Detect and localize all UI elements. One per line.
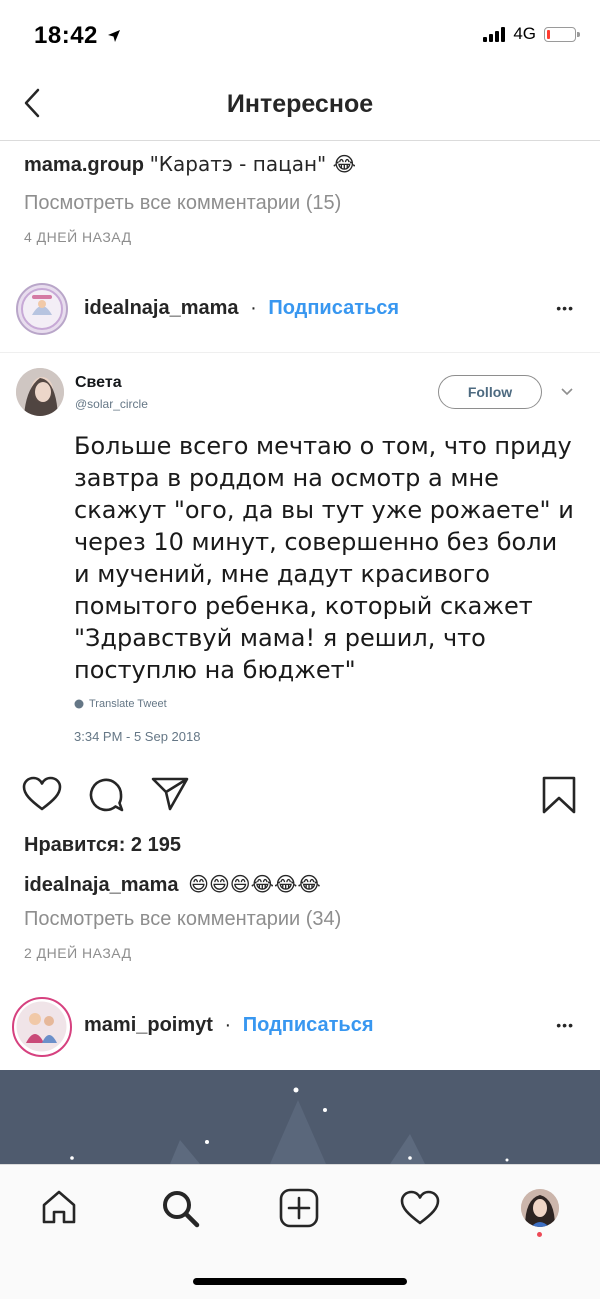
post-header: idealnaja_mama · Подписаться — [84, 297, 399, 320]
comment-icon[interactable] — [87, 776, 125, 814]
next-avatar-image-icon — [16, 1001, 67, 1052]
like-heart-icon[interactable] — [22, 776, 62, 812]
next-post-separator: · — [224, 1014, 232, 1036]
view-comments-link[interactable]: Посмотреть все комментарии (34) — [24, 908, 341, 931]
caption-text: 😄😄😄😂😂😂 — [188, 872, 321, 896]
prev-view-comments[interactable]: Посмотреть все комментарии (15) — [24, 192, 341, 215]
next-post-more-button[interactable]: ••• — [556, 1017, 574, 1033]
prev-caption: mama.group "Каратэ - пацан" 😂 — [24, 152, 356, 177]
globe-icon — [74, 699, 84, 709]
next-post-image[interactable] — [0, 1070, 600, 1164]
next-post-header: mami_poimyt · Подписаться — [84, 1014, 374, 1037]
post-image-top-border — [0, 352, 600, 353]
next-post-follow-button[interactable]: Подписаться — [243, 1014, 374, 1036]
battery-icon — [544, 26, 580, 42]
tweet-timestamp: 3:34 PM - 5 Sep 2018 — [74, 729, 201, 744]
post-time-ago: 2 ДНЕЙ НАЗАД — [24, 945, 132, 961]
status-time: 18:42 — [34, 22, 121, 50]
tweet-translate: Translate Tweet — [74, 698, 167, 710]
share-icon[interactable] — [150, 776, 190, 812]
bookmark-icon[interactable] — [541, 776, 577, 814]
signal-icon — [483, 26, 506, 42]
post-follow-button[interactable]: Подписаться — [268, 297, 399, 319]
home-icon[interactable] — [40, 1188, 78, 1226]
avatar-logo-icon — [21, 288, 63, 330]
post-separator: · — [250, 297, 257, 319]
tweet-name: Света — [75, 374, 122, 391]
post-avatar[interactable] — [16, 283, 68, 335]
add-icon[interactable] — [279, 1188, 319, 1228]
tweet-translate-label: Translate Tweet — [89, 698, 167, 710]
next-post-username[interactable]: mami_poimyt — [84, 1014, 213, 1036]
home-indicator — [193, 1278, 407, 1285]
post-username[interactable]: idealnaja_mama — [84, 297, 239, 319]
likes-count[interactable]: Нравится: 2 195 — [24, 834, 181, 857]
notification-dot — [537, 1232, 542, 1237]
next-post-avatar[interactable] — [12, 997, 72, 1057]
tweet-follow-button: Follow — [438, 375, 542, 409]
post-more-button[interactable]: ••• — [556, 300, 574, 316]
prev-time-ago: 4 ДНЕЙ НАЗАД — [24, 229, 132, 245]
caption-username[interactable]: idealnaja_mama — [24, 874, 179, 896]
status-time-text: 18:42 — [34, 22, 98, 49]
nav-divider — [0, 140, 600, 141]
post-caption: idealnaja_mama 😄😄😄😂😂😂 — [24, 872, 321, 897]
location-arrow-icon — [108, 30, 121, 42]
search-icon[interactable] — [160, 1188, 200, 1228]
network-type: 4G — [513, 24, 536, 43]
tweet-avatar — [16, 368, 64, 416]
sparkle-decoration-icon — [70, 1087, 509, 1164]
prev-caption-user[interactable]: mama.group — [24, 154, 144, 176]
tweet-chevron-down-icon — [561, 388, 573, 396]
profile-avatar[interactable] — [521, 1189, 559, 1227]
tweet-handle: @solar_circle — [75, 397, 148, 411]
status-indicators: 4G — [483, 24, 580, 44]
prev-caption-text: "Каратэ - пацан" 😂 — [149, 152, 356, 176]
heart-icon[interactable] — [400, 1190, 440, 1226]
page-title: Интересное — [226, 90, 374, 118]
tweet-text: Больше всего мечтаю о том, что приду зав… — [74, 432, 574, 684]
